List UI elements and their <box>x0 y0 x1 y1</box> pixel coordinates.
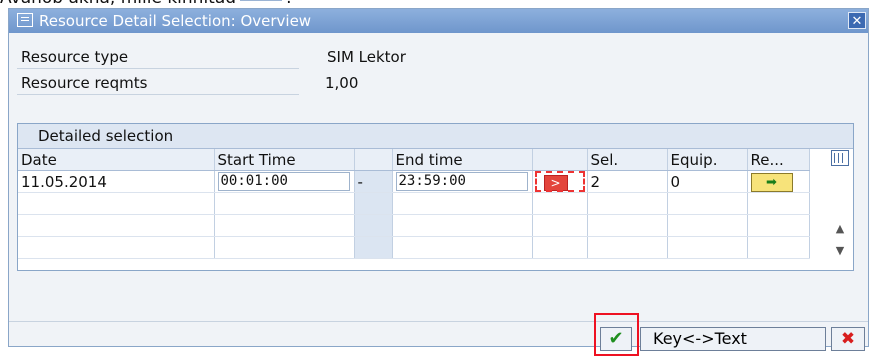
selection-grid: Date Start Time End time Sel. Equip. Re.… <box>18 149 810 259</box>
re-cell[interactable]: ➡ <box>747 170 810 193</box>
resource-detail-dialog: Resource Detail Selection: Overview ✕ Re… <box>8 8 869 356</box>
table-row <box>18 236 810 259</box>
title-bar: Resource Detail Selection: Overview ✕ <box>9 9 868 33</box>
sel-cell: 2 <box>587 170 668 193</box>
cancel-x-icon: ✖ <box>840 329 856 349</box>
table-row <box>18 214 810 237</box>
footer-divider <box>9 321 868 322</box>
confirm-button[interactable]: ✔ <box>600 327 632 351</box>
go-arrow-icon[interactable]: ➡ <box>750 172 793 192</box>
col-start-time[interactable]: Start Time <box>214 149 355 171</box>
date-cell: 11.05.2014 <box>18 170 215 193</box>
dialog-title: Resource Detail Selection: Overview <box>39 12 312 30</box>
detailed-selection-table: Detailed selection Date Start Time End t… <box>17 123 854 271</box>
arrow-cell[interactable]: > <box>532 170 588 193</box>
checkmark-icon: ✔ <box>608 328 624 349</box>
start-time-input[interactable]: 00:01:00 <box>217 172 350 191</box>
table-row: 11.05.2014 00:01:00 - 23:59:00 > 2 0 ➡ <box>18 170 810 193</box>
dialog-icon <box>17 13 33 27</box>
col-date[interactable]: Date <box>18 149 215 171</box>
field-value: SIM Lektor <box>327 48 406 66</box>
col-equip[interactable]: Equip. <box>667 149 748 171</box>
table-header-row: Date Start Time End time Sel. Equip. Re.… <box>18 149 810 171</box>
col-arrow <box>532 149 588 171</box>
field-label: Resource type <box>17 47 299 69</box>
field-label: Resource reqmts <box>17 73 299 95</box>
col-re[interactable]: Re... <box>747 149 810 171</box>
end-time-cell[interactable]: 23:59:00 <box>392 170 533 193</box>
col-end-time[interactable]: End time <box>392 149 533 171</box>
table-title: Detailed selection <box>18 124 853 149</box>
table-row <box>18 192 810 215</box>
col-sel[interactable]: Sel. <box>587 149 668 171</box>
end-time-input[interactable]: 23:59:00 <box>395 172 528 191</box>
highlight-box <box>534 171 585 192</box>
key-text-button[interactable]: Key<->Text <box>640 327 826 351</box>
field-value: 1,00 <box>325 74 359 92</box>
table-settings-icon[interactable] <box>831 150 849 166</box>
caption-blank <box>240 0 283 1</box>
equip-cell: 0 <box>667 170 748 193</box>
scroll-up-icon[interactable]: ▲ <box>833 222 847 236</box>
start-time-cell[interactable]: 00:01:00 <box>214 170 355 193</box>
close-icon[interactable]: ✕ <box>848 12 866 29</box>
col-separator <box>354 149 393 171</box>
scroll-down-icon[interactable]: ▼ <box>833 244 847 258</box>
top-caption-text: Avanob akna, mille kinnitad <box>0 0 236 8</box>
cancel-button[interactable]: ✖ <box>831 327 865 351</box>
dash-cell: - <box>354 170 393 193</box>
